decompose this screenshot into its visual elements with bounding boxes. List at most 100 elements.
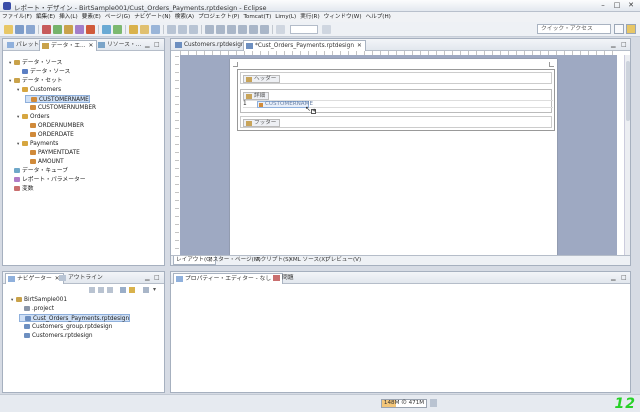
align-right-icon[interactable] bbox=[227, 25, 236, 34]
menu-item-1[interactable]: 編集(E) bbox=[34, 12, 57, 22]
heap-status[interactable]: 148M の 471M bbox=[381, 399, 427, 408]
minimize-view-icon[interactable]: ▁ bbox=[611, 274, 616, 281]
print-icon[interactable] bbox=[42, 25, 51, 34]
tree-item[interactable]: データ・キューブ bbox=[9, 167, 68, 175]
forward-icon[interactable] bbox=[98, 287, 104, 293]
tree-item[interactable]: ▾ データ・ソース bbox=[9, 59, 62, 67]
tree-item[interactable]: Customers.rptdesign bbox=[19, 332, 93, 340]
tab-customers-rptdesign[interactable]: Customers.rptdesign bbox=[173, 40, 248, 51]
underline-icon[interactable] bbox=[189, 25, 198, 34]
tree-item[interactable]: ▾ Payments bbox=[17, 140, 58, 148]
zoom-icon[interactable] bbox=[276, 25, 285, 34]
menu-item-10[interactable]: 実行(R) bbox=[298, 12, 321, 22]
link-with-editor-icon[interactable] bbox=[129, 287, 135, 293]
table-footer-band[interactable]: フッター bbox=[240, 116, 552, 128]
report-design-perspective-icon[interactable] bbox=[626, 24, 636, 34]
tab-problems[interactable]: 問題 bbox=[271, 273, 297, 284]
menu-item-9[interactable]: Limy(L) bbox=[273, 12, 298, 22]
garbage-collect-icon[interactable] bbox=[430, 399, 437, 407]
up-icon[interactable] bbox=[107, 287, 113, 293]
minimize-button[interactable]: – bbox=[596, 1, 610, 10]
tree-item[interactable]: CUSTOMERNUMBER bbox=[25, 104, 96, 112]
align-left-icon[interactable] bbox=[205, 25, 214, 34]
tree-item[interactable]: ▾ BirtSample001 bbox=[11, 296, 67, 304]
layout-canvas[interactable]: ヘッダー 詳細 1 CUSTOMERNAME ↖ + フッター bbox=[180, 55, 617, 257]
new-icon[interactable] bbox=[4, 25, 13, 34]
menu-item-3[interactable]: 要素(E) bbox=[80, 12, 103, 22]
detail-row[interactable]: 1 CUSTOMERNAME ↖ + bbox=[243, 100, 553, 114]
save-icon[interactable] bbox=[15, 25, 24, 34]
menu-item-12[interactable]: ヘルプ(H) bbox=[364, 12, 393, 22]
view-menu-icon[interactable]: ▾ bbox=[153, 286, 156, 293]
tree-item[interactable]: レポート・パラメーター bbox=[9, 176, 86, 184]
dropdown-icon[interactable] bbox=[322, 25, 331, 34]
run-last-icon[interactable] bbox=[113, 25, 122, 34]
quick-access-input[interactable]: クイック・アクセス bbox=[537, 24, 611, 34]
tree-item[interactable]: Customers_group.rptdesign bbox=[19, 323, 112, 331]
tab-data-explorer[interactable]: データ・エ... ✕ bbox=[39, 40, 98, 51]
scrollbar-thumb[interactable] bbox=[626, 61, 630, 121]
forward-icon[interactable] bbox=[260, 25, 269, 34]
tools-icon[interactable] bbox=[75, 25, 84, 34]
table-header-band[interactable]: ヘッダー bbox=[240, 72, 552, 84]
close-icon[interactable]: ✕ bbox=[89, 43, 94, 49]
minimize-view-icon[interactable]: ▁ bbox=[145, 41, 150, 48]
tree-item[interactable]: PAYMENTDATE bbox=[25, 149, 80, 157]
external-tools-icon[interactable] bbox=[102, 25, 111, 34]
open-perspective-icon[interactable] bbox=[614, 24, 624, 34]
font-size-combo[interactable] bbox=[290, 25, 318, 34]
customername-data-cell[interactable]: CUSTOMERNAME bbox=[257, 101, 313, 108]
maximize-view-icon[interactable]: □ bbox=[621, 274, 627, 281]
italic-icon[interactable] bbox=[178, 25, 187, 34]
tab-resource-explorer[interactable]: リソース・... bbox=[96, 40, 144, 51]
menu-item-7[interactable]: プロジェクト(P) bbox=[196, 12, 241, 22]
maximize-view-icon[interactable]: □ bbox=[154, 41, 160, 48]
align-center-icon[interactable] bbox=[216, 25, 225, 34]
save-all-icon[interactable] bbox=[26, 25, 35, 34]
maximize-view-icon[interactable]: □ bbox=[621, 41, 627, 48]
menu-item-5[interactable]: ナビゲート(N) bbox=[132, 12, 173, 22]
tree-item[interactable]: .project bbox=[19, 305, 54, 313]
table-detail-band[interactable]: 詳細 1 CUSTOMERNAME ↖ + bbox=[240, 89, 553, 114]
tree-item[interactable]: ▾ Customers bbox=[17, 86, 61, 94]
menu-item-0[interactable]: ファイル(F) bbox=[0, 12, 34, 22]
minimize-view-icon[interactable]: ▁ bbox=[611, 41, 616, 48]
collapse-all-icon[interactable] bbox=[120, 287, 126, 293]
menu-item-11[interactable]: ウィンドウ(W) bbox=[322, 12, 364, 22]
tree-item[interactable]: ORDERDATE bbox=[25, 131, 74, 139]
tab-editor-page-4[interactable]: プレビュー(V) bbox=[323, 256, 363, 265]
run-icon[interactable] bbox=[53, 25, 62, 34]
tree-item[interactable]: ORDERNUMBER bbox=[25, 122, 84, 130]
tree-item[interactable]: Cust_Orders_Payments.rptdesign bbox=[19, 314, 131, 322]
close-button[interactable]: ✕ bbox=[624, 1, 638, 10]
report-table[interactable]: ヘッダー 詳細 1 CUSTOMERNAME ↖ + フッター bbox=[237, 69, 555, 131]
maximize-button[interactable]: □ bbox=[610, 1, 624, 10]
menu-item-2[interactable]: 挿入(L) bbox=[57, 12, 80, 22]
debug-icon[interactable] bbox=[64, 25, 73, 34]
minimize-view-icon[interactable]: ▁ bbox=[145, 274, 150, 281]
tree-item[interactable]: CUSTOMERNAME bbox=[25, 95, 90, 103]
open-folder-icon[interactable] bbox=[140, 25, 149, 34]
tab-palette[interactable]: パレット bbox=[5, 40, 42, 51]
align-justify-icon[interactable] bbox=[238, 25, 247, 34]
menu-item-4[interactable]: ページ(G) bbox=[103, 12, 132, 22]
tab-outline[interactable]: アウトライン bbox=[57, 273, 106, 284]
tree-item[interactable]: ▾ Orders bbox=[17, 113, 50, 121]
bold-icon[interactable] bbox=[167, 25, 176, 34]
close-icon[interactable]: ✕ bbox=[357, 43, 362, 49]
tab-cust-orders-payments[interactable]: *Cust_Orders_Payments.rptdesign ✕ bbox=[243, 40, 366, 51]
tab-navigator[interactable]: ナビゲーター ✕ bbox=[5, 273, 64, 284]
menu-item-6[interactable]: 検索(A) bbox=[173, 12, 196, 22]
report-page[interactable]: ヘッダー 詳細 1 CUSTOMERNAME ↖ + フッター bbox=[230, 59, 557, 257]
back-icon[interactable] bbox=[249, 25, 258, 34]
tab-property-editor[interactable]: プロパティー・エディター - なし✕ bbox=[173, 273, 284, 284]
menu-item-8[interactable]: Tomcat(T) bbox=[241, 12, 273, 22]
back-icon[interactable] bbox=[89, 287, 95, 293]
stop-icon[interactable] bbox=[86, 25, 95, 34]
tree-item[interactable]: 変数 bbox=[9, 185, 34, 193]
tree-item[interactable]: AMOUNT bbox=[25, 158, 64, 166]
filter-icon[interactable] bbox=[143, 287, 149, 293]
tree-item[interactable]: ▾ データ・セット bbox=[9, 77, 63, 85]
editor-vertical-scrollbar[interactable] bbox=[624, 55, 630, 257]
search-icon[interactable] bbox=[151, 25, 160, 34]
